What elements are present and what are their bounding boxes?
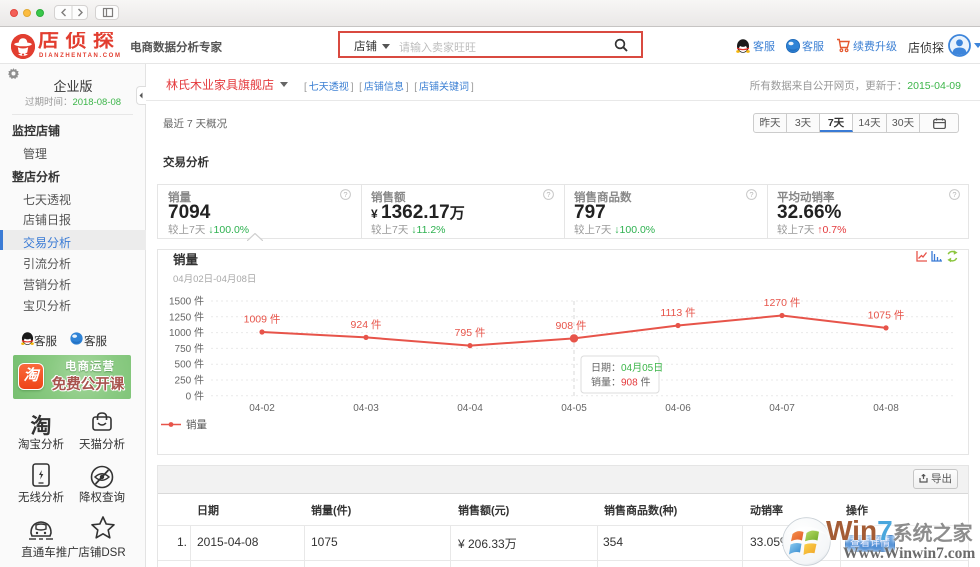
svg-text:04-04: 04-04 [457, 403, 483, 414]
svg-text:?: ? [546, 190, 550, 199]
svg-text:500 件: 500 件 [175, 359, 204, 371]
svg-text:250 件: 250 件 [175, 375, 204, 387]
svg-text:销量: 销量 [186, 418, 207, 431]
svg-text:795 件: 795 件 [455, 327, 486, 339]
svg-text:销量: 销量 [173, 252, 199, 267]
svg-text:04月02日-04月08日: 04月02日-04月08日 [173, 274, 256, 285]
svg-text:908 件: 908 件 [556, 320, 587, 332]
svg-text:?: ? [343, 190, 347, 199]
svg-text:04-03: 04-03 [353, 403, 379, 414]
svg-text:04-08: 04-08 [873, 403, 899, 414]
svg-text:1075 件: 1075 件 [868, 309, 905, 321]
svg-text:日期：04月05日: 日期：04月05日 [591, 362, 663, 374]
svg-text:04-06: 04-06 [665, 403, 691, 414]
svg-text:?: ? [749, 190, 753, 199]
svg-text:1250 件: 1250 件 [169, 311, 204, 323]
svg-text:1500 件: 1500 件 [169, 296, 204, 308]
svg-text:750 件: 750 件 [175, 343, 204, 355]
svg-text:?: ? [952, 190, 956, 199]
svg-text:1000 件: 1000 件 [169, 327, 204, 339]
svg-text:924 件: 924 件 [351, 319, 382, 331]
svg-text:1113 件: 1113 件 [660, 307, 695, 319]
svg-text:1009 件: 1009 件 [244, 314, 281, 326]
svg-text:04-05: 04-05 [561, 403, 587, 414]
svg-text:销量：908 件: 销量：908 件 [591, 376, 650, 389]
svg-text:0 件: 0 件 [186, 390, 204, 402]
svg-text:04-02: 04-02 [249, 403, 275, 414]
svg-text:1270 件: 1270 件 [764, 297, 801, 309]
svg-text:04-07: 04-07 [769, 403, 795, 414]
